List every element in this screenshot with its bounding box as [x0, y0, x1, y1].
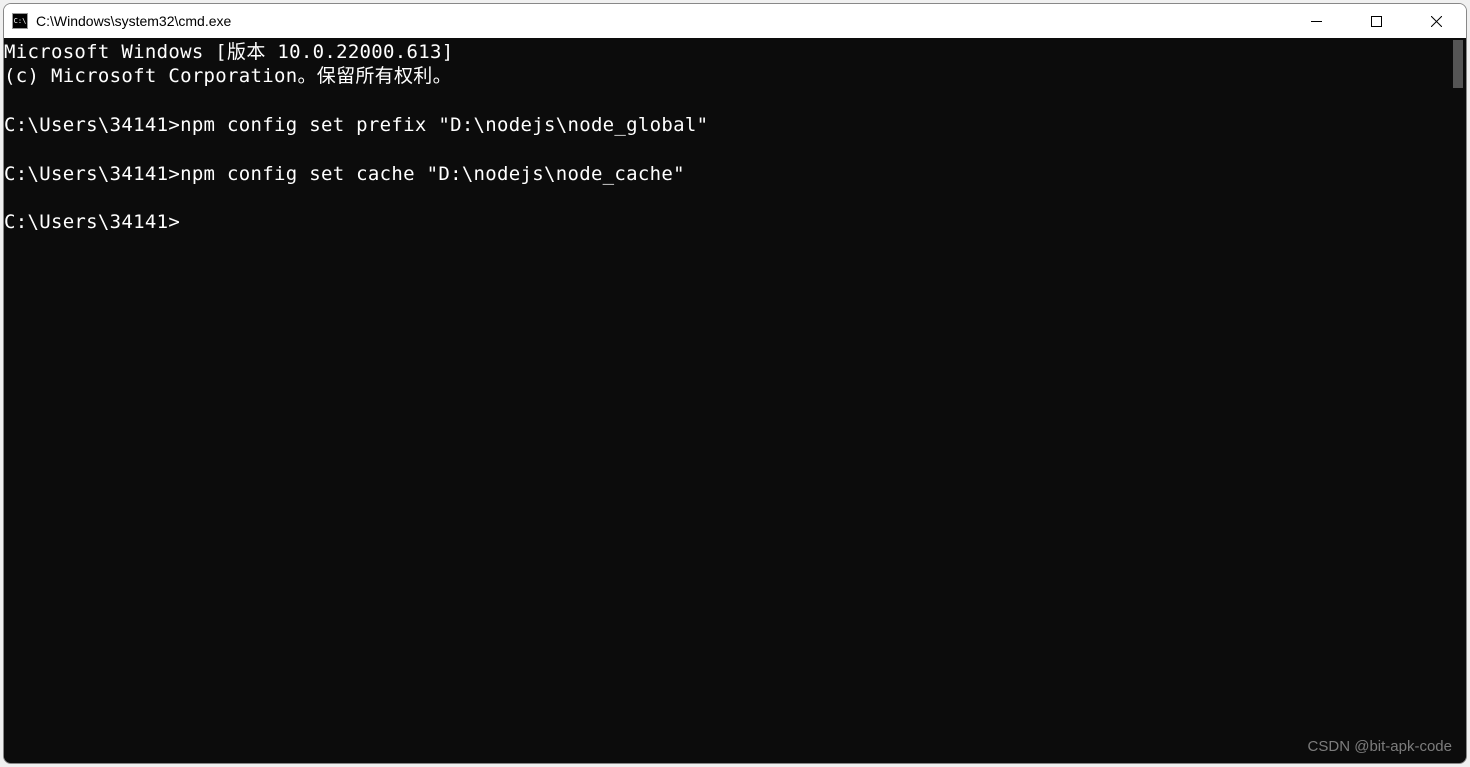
scrollbar-thumb[interactable] [1453, 40, 1463, 88]
window-controls [1286, 4, 1466, 38]
maximize-button[interactable] [1346, 4, 1406, 38]
terminal-container: Microsoft Windows [版本 10.0.22000.613](c)… [4, 38, 1466, 763]
cmd-icon: C:\ [12, 13, 28, 29]
terminal-line [4, 137, 1448, 161]
minimize-icon [1311, 16, 1322, 27]
window-title: C:\Windows\system32\cmd.exe [36, 13, 1286, 29]
terminal-line: C:\Users\34141> [4, 210, 1448, 234]
terminal-line [4, 186, 1448, 210]
cmd-window: C:\ C:\Windows\system32\cmd.exe [3, 3, 1467, 764]
scrollbar-track[interactable] [1448, 38, 1466, 763]
terminal-line: C:\Users\34141>npm config set prefix "D:… [4, 113, 1448, 137]
terminal-line: (c) Microsoft Corporation。保留所有权利。 [4, 64, 1448, 88]
close-button[interactable] [1406, 4, 1466, 38]
terminal-output[interactable]: Microsoft Windows [版本 10.0.22000.613](c)… [4, 38, 1448, 763]
close-icon [1431, 16, 1442, 27]
terminal-line [4, 89, 1448, 113]
minimize-button[interactable] [1286, 4, 1346, 38]
terminal-line: Microsoft Windows [版本 10.0.22000.613] [4, 40, 1448, 64]
maximize-icon [1371, 16, 1382, 27]
titlebar[interactable]: C:\ C:\Windows\system32\cmd.exe [4, 4, 1466, 38]
terminal-line: C:\Users\34141>npm config set cache "D:\… [4, 162, 1448, 186]
